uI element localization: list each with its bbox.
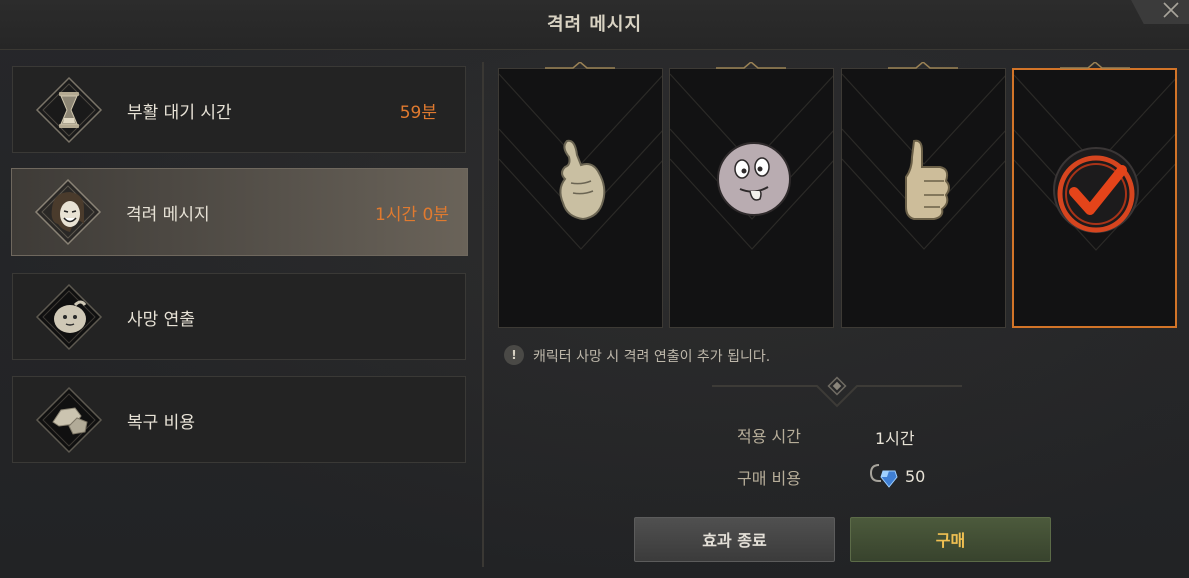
window-title: 격려 메시지 xyxy=(546,14,643,35)
menu-item-label: 사망 연출 xyxy=(127,310,195,330)
section-divider-ornament xyxy=(712,376,962,408)
checkmark-badge-icon xyxy=(1053,147,1139,233)
emote-card-finger-heart[interactable] xyxy=(498,68,663,328)
hourglass-icon xyxy=(35,76,103,144)
duration-value: 1시간 xyxy=(875,429,915,448)
gem-currency-icon xyxy=(869,464,898,488)
menu-item-recovery-cost[interactable]: 복구 비용 xyxy=(12,376,466,463)
duration-label: 적용 시간 xyxy=(737,427,801,446)
menu-item-revive-wait-time[interactable]: 부활 대기 시간 59분 xyxy=(12,66,466,153)
finger-heart-icon xyxy=(559,139,606,221)
card-ornament xyxy=(545,62,615,69)
card-ornament xyxy=(888,62,958,69)
menu-item-label: 복구 비용 xyxy=(127,413,195,433)
card-ornament xyxy=(716,62,786,69)
thumbs-up-icon xyxy=(905,139,950,220)
menu-item-value: 1시간 0분 xyxy=(375,205,449,225)
menu-item-label: 격려 메시지 xyxy=(126,205,210,225)
close-icon[interactable] xyxy=(1161,0,1181,20)
ghost-icon xyxy=(35,283,103,351)
menu-item-death-effect[interactable]: 사망 연출 xyxy=(12,273,466,360)
cheer-character-icon xyxy=(34,178,102,246)
buy-button[interactable]: 구매 xyxy=(850,517,1051,562)
tongue-face-icon xyxy=(717,142,791,216)
menu-item-label: 부활 대기 시간 xyxy=(127,103,232,123)
end-effect-button[interactable]: 효과 종료 xyxy=(634,517,835,562)
menu-item-encouragement-message[interactable]: 격려 메시지 1시간 0분 xyxy=(11,168,468,256)
title-bar: 격려 메시지 xyxy=(0,0,1189,50)
encouragement-message-window: 격려 메시지 부활 대기 시간 59분 격려 메시지 1시간 0분 사망 연출 … xyxy=(0,0,1189,578)
emote-card-checkmark[interactable] xyxy=(1012,68,1177,328)
menu-item-value: 59분 xyxy=(399,103,437,123)
cost-label: 구매 비용 xyxy=(737,469,801,488)
emote-card-thumbs-up[interactable] xyxy=(841,68,1006,328)
rocks-icon xyxy=(35,386,103,454)
vertical-divider xyxy=(482,62,484,567)
card-ornament xyxy=(1060,62,1130,69)
exclamation-icon: ! xyxy=(504,345,524,365)
emote-card-tongue-face[interactable] xyxy=(669,68,834,328)
cost-value: 50 xyxy=(905,467,926,486)
notice-text: 캐릭터 사망 시 격려 연출이 추가 됩니다. xyxy=(533,349,771,365)
